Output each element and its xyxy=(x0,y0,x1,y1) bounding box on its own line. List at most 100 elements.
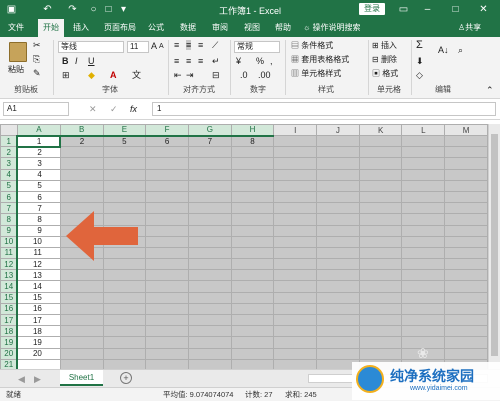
cell-a3[interactable]: 3 xyxy=(16,157,61,170)
align-right-icon[interactable]: ≡ xyxy=(198,56,203,66)
cell-l15[interactable] xyxy=(401,291,446,304)
cell-l16[interactable] xyxy=(401,302,446,316)
close-icon[interactable]: ✕ xyxy=(476,2,491,17)
tab-insert[interactable]: 插入 xyxy=(70,19,92,37)
sheet-tab-sheet1[interactable]: Sheet1 xyxy=(60,370,103,386)
align-top-icon[interactable]: ≡ xyxy=(174,40,179,50)
cell-h15[interactable] xyxy=(230,291,275,304)
ribbon-display-icon[interactable]: ▭ xyxy=(396,2,411,17)
cell-j12[interactable] xyxy=(316,258,360,271)
column-header-m[interactable]: M xyxy=(444,124,488,136)
cell-h5[interactable] xyxy=(230,179,275,192)
cell-f15[interactable] xyxy=(145,291,189,304)
cell-h10[interactable] xyxy=(230,235,275,248)
decrease-indent-icon[interactable]: ⇤ xyxy=(174,70,182,80)
cell-m6[interactable] xyxy=(444,190,488,204)
row-header[interactable]: 12 xyxy=(0,258,19,271)
cell-k13[interactable] xyxy=(358,269,403,282)
cell-g19[interactable] xyxy=(187,336,232,349)
cell-j6[interactable] xyxy=(316,190,360,204)
cell-l5[interactable] xyxy=(401,179,446,192)
cell-b2[interactable] xyxy=(59,146,104,159)
cell-h9[interactable] xyxy=(230,224,275,237)
cell-a21[interactable] xyxy=(16,358,61,369)
cell-h2[interactable] xyxy=(230,146,275,159)
cell-m9[interactable] xyxy=(444,224,488,237)
autosum-button[interactable]: Σ xyxy=(416,40,423,51)
cell-i17[interactable] xyxy=(273,313,318,327)
cell-e1[interactable]: 5 xyxy=(102,134,147,148)
next-sheet-icon[interactable]: ▶ xyxy=(34,374,41,384)
cell-m18[interactable] xyxy=(444,325,488,338)
border-icon[interactable]: ⊞ xyxy=(62,70,70,80)
cell-e21[interactable] xyxy=(102,358,147,369)
shrink-font-button[interactable]: A xyxy=(159,42,164,52)
cell-j2[interactable] xyxy=(316,146,360,159)
cell-j7[interactable] xyxy=(316,202,360,215)
cell-l7[interactable] xyxy=(401,202,446,215)
phonetic-icon[interactable]: 文 xyxy=(132,70,141,80)
format-cells-button[interactable]: ▣ 格式 xyxy=(372,69,398,79)
cell-m19[interactable] xyxy=(444,336,488,349)
cell-b5[interactable] xyxy=(59,179,104,192)
cell-i16[interactable] xyxy=(273,302,318,316)
row-header[interactable]: 21 xyxy=(0,358,19,369)
cell-i19[interactable] xyxy=(273,336,318,349)
cell-j18[interactable] xyxy=(316,325,360,338)
grow-font-button[interactable]: A xyxy=(151,41,157,51)
cell-h21[interactable] xyxy=(230,358,275,369)
row-header[interactable]: 19 xyxy=(0,336,19,349)
cell-i9[interactable] xyxy=(273,224,318,237)
cell-e14[interactable] xyxy=(102,280,147,293)
cell-f21[interactable] xyxy=(145,358,189,369)
cell-l10[interactable] xyxy=(401,235,446,248)
cell-k4[interactable] xyxy=(358,168,403,181)
cell-a16[interactable]: 16 xyxy=(16,302,61,316)
cell-g3[interactable] xyxy=(187,157,232,170)
cell-i3[interactable] xyxy=(273,157,318,170)
cell-b18[interactable] xyxy=(59,325,104,338)
cell-a20[interactable]: 20 xyxy=(16,347,61,360)
cell-e4[interactable] xyxy=(102,168,147,181)
cell-g18[interactable] xyxy=(187,325,232,338)
align-left-icon[interactable]: ≡ xyxy=(174,56,179,66)
cell-h4[interactable] xyxy=(230,168,275,181)
currency-icon[interactable]: ¥ xyxy=(236,56,241,66)
cell-i6[interactable] xyxy=(273,190,318,204)
cell-g12[interactable] xyxy=(187,258,232,271)
cell-f6[interactable] xyxy=(145,190,189,204)
align-middle-icon[interactable]: ≡ xyxy=(186,40,192,50)
cell-l8[interactable] xyxy=(401,213,446,226)
cell-e2[interactable] xyxy=(102,146,147,159)
cell-i13[interactable] xyxy=(273,269,318,282)
cell-k12[interactable] xyxy=(358,258,403,271)
cell-j10[interactable] xyxy=(316,235,360,248)
cell-m16[interactable] xyxy=(444,302,488,316)
row-header[interactable]: 16 xyxy=(0,302,19,316)
cell-h8[interactable] xyxy=(230,213,275,226)
cell-e19[interactable] xyxy=(102,336,147,349)
decrease-decimal-icon[interactable]: .00 xyxy=(258,70,271,80)
cell-i15[interactable] xyxy=(273,291,318,304)
cell-i8[interactable] xyxy=(273,213,318,226)
cell-j11[interactable] xyxy=(316,246,360,260)
cell-a15[interactable]: 15 xyxy=(16,291,61,304)
cell-g13[interactable] xyxy=(187,269,232,282)
cell-m11[interactable] xyxy=(444,246,488,260)
delete-cells-button[interactable]: ⊟ 删除 xyxy=(372,55,397,65)
cell-f13[interactable] xyxy=(145,269,189,282)
fill-icon[interactable]: ⬇ xyxy=(416,56,424,66)
cell-i11[interactable] xyxy=(273,246,318,260)
formula-input[interactable]: 1 xyxy=(152,102,496,116)
cell-b6[interactable] xyxy=(59,190,104,204)
cell-h19[interactable] xyxy=(230,336,275,349)
cell-l9[interactable] xyxy=(401,224,446,237)
cell-m1[interactable] xyxy=(444,134,488,148)
cell-g2[interactable] xyxy=(187,146,232,159)
insert-cells-button[interactable]: ⊞ 插入 xyxy=(372,41,397,51)
login-button[interactable]: 登录 xyxy=(359,3,385,15)
cell-k2[interactable] xyxy=(358,146,403,159)
cell-a9[interactable]: 9 xyxy=(16,224,61,237)
row-header[interactable]: 2 xyxy=(0,146,19,159)
cell-g17[interactable] xyxy=(187,313,232,327)
